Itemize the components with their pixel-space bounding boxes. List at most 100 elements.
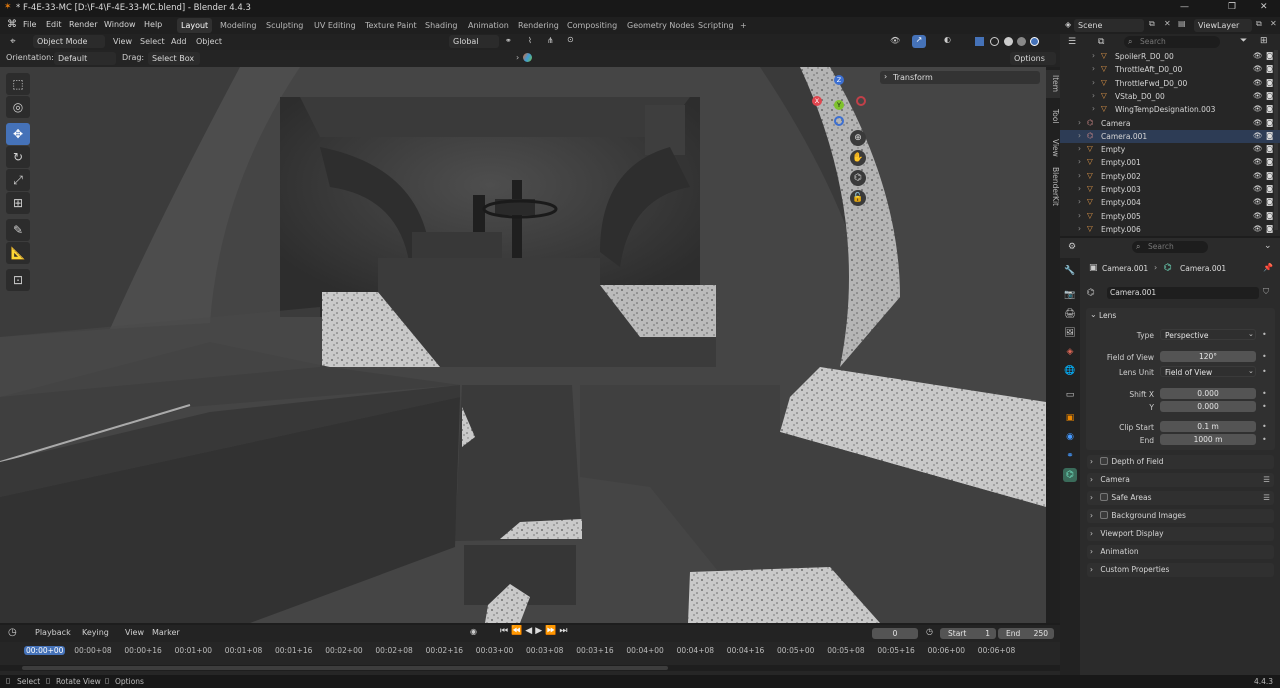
blender-menu-icon[interactable]: ⌘: [7, 19, 17, 30]
navigation-gizmo[interactable]: Z X Y: [812, 75, 866, 129]
solid-shading-icon[interactable]: [1004, 37, 1013, 46]
keyframe-dot-icon[interactable]: •: [1262, 330, 1267, 339]
gizmo-z-axis[interactable]: Z: [834, 75, 844, 85]
gizmo-neg-z-axis[interactable]: [834, 116, 844, 126]
output-properties-icon[interactable]: 🖨: [1063, 307, 1077, 321]
chevron-right-icon[interactable]: ›: [1078, 184, 1081, 193]
playback-menu[interactable]: Playback: [35, 628, 71, 637]
camera-datablock-icon[interactable]: ⌬: [1087, 288, 1095, 298]
section-background-images[interactable]: › Background Images: [1087, 509, 1274, 523]
camera-render-icon[interactable]: ◙: [1266, 118, 1273, 127]
tool-properties-icon[interactable]: 🔧: [1063, 264, 1077, 278]
gizmo-x-axis[interactable]: X: [812, 96, 822, 106]
tab-shading[interactable]: Shading: [421, 18, 462, 33]
view-layer-selector[interactable]: ViewLayer: [1194, 19, 1252, 32]
chevron-right-icon[interactable]: ›: [1092, 91, 1095, 100]
new-view-layer-icon[interactable]: ⧉: [1256, 19, 1262, 29]
camera-render-icon[interactable]: ◙: [1266, 64, 1273, 73]
zoom-icon[interactable]: ⊕: [850, 130, 866, 146]
chevron-right-icon[interactable]: ›: [1092, 78, 1095, 87]
end-frame-field[interactable]: End 250: [998, 628, 1054, 639]
start-frame-field[interactable]: Start 1: [940, 628, 996, 639]
camera-data-properties-icon[interactable]: ⌬: [1063, 468, 1077, 482]
section-animation[interactable]: › Animation: [1087, 545, 1274, 559]
menu-file[interactable]: File: [23, 20, 36, 29]
delete-scene-icon[interactable]: ✕: [1164, 19, 1171, 28]
eye-icon[interactable]: 👁: [1253, 197, 1263, 206]
chevron-right-icon[interactable]: ›: [1078, 197, 1081, 206]
outliner-row[interactable]: › ▽ ThrottleFwd_D0_00 👁 ◙: [1060, 77, 1280, 90]
marker-menu[interactable]: Marker: [152, 628, 180, 637]
outliner-editor-icon[interactable]: ☰: [1068, 37, 1076, 47]
add-cube-tool-icon[interactable]: ⊡: [6, 269, 30, 291]
wireframe-shading-icon[interactable]: [990, 37, 999, 46]
outliner-row[interactable]: › ⌬ Camera.001 👁 ◙: [1060, 129, 1280, 143]
viewport-menu-object[interactable]: Object: [196, 37, 222, 46]
clip-end-field[interactable]: 1000 m: [1160, 434, 1256, 445]
timeline-area[interactable]: 00:00+00 00:00+08 00:00+16 00:01+00 00:01+08…: [0, 642, 1060, 675]
select-box-tool-icon[interactable]: ⬚: [6, 73, 30, 95]
outliner-row[interactable]: › ▽ Empty 👁 ◙: [1060, 143, 1280, 156]
options-dropdown[interactable]: Options: [1010, 52, 1056, 65]
drag-dropdown[interactable]: Select Box: [148, 52, 200, 65]
tab-item[interactable]: Item: [1046, 70, 1060, 98]
tab-view[interactable]: View: [1046, 134, 1060, 162]
eye-icon[interactable]: 👁: [1253, 224, 1263, 233]
tab-texture-paint[interactable]: Texture Paint: [361, 18, 421, 33]
eye-icon[interactable]: 👁: [1253, 78, 1263, 87]
camera-render-icon[interactable]: ◙: [1266, 78, 1273, 87]
fake-user-icon[interactable]: ⛉: [1263, 287, 1269, 297]
display-mode-icon[interactable]: ⧉: [1098, 37, 1104, 47]
visibility-icon[interactable]: 👁: [890, 36, 900, 45]
keyframe-dot-icon[interactable]: •: [1262, 389, 1267, 398]
camera-render-icon[interactable]: ◙: [1266, 157, 1273, 166]
tab-scripting[interactable]: Scripting: [694, 18, 738, 33]
camera-render-icon[interactable]: ◙: [1266, 171, 1273, 180]
lens-unit-dropdown[interactable]: Field of View: [1160, 366, 1256, 377]
section-custom-properties[interactable]: › Custom Properties: [1087, 563, 1274, 577]
new-collection-icon[interactable]: ⊞: [1260, 36, 1268, 46]
xray-icon[interactable]: [975, 37, 984, 46]
current-time-marker[interactable]: 00:00+00: [24, 646, 66, 655]
outliner-row[interactable]: › ▽ Empty.002 👁 ◙: [1060, 170, 1280, 183]
outliner-row[interactable]: › ▽ Empty.006 👁 ◙: [1060, 223, 1280, 236]
keyframe-dot-icon[interactable]: •: [1262, 422, 1267, 431]
timeline-view-menu[interactable]: View: [125, 628, 144, 637]
camera-datablock-field[interactable]: Camera.001: [1107, 287, 1259, 299]
chevron-right-icon[interactable]: ›: [1078, 211, 1081, 220]
blenderkit-icon[interactable]: [523, 53, 532, 62]
eye-icon[interactable]: 👁: [1253, 131, 1263, 140]
chevron-right-icon[interactable]: ›: [1078, 131, 1081, 140]
preview-range-icon[interactable]: ◷: [926, 627, 933, 636]
move-tool-icon[interactable]: ✥: [6, 123, 30, 145]
hand-pan-icon[interactable]: ✋: [850, 150, 866, 166]
gizmo-y-axis[interactable]: Y: [834, 100, 844, 110]
tab-tool[interactable]: Tool: [1046, 102, 1060, 130]
pin-icon[interactable]: 📌: [1263, 263, 1273, 272]
cursor-tool-icon[interactable]: ◎: [6, 96, 30, 118]
mode-selector[interactable]: Object Mode: [33, 35, 105, 48]
clip-start-field[interactable]: 0.1 m: [1160, 421, 1256, 432]
camera-render-icon[interactable]: ◙: [1266, 224, 1273, 233]
eye-icon[interactable]: 👁: [1253, 64, 1263, 73]
measure-tool-icon[interactable]: 📐: [6, 242, 30, 264]
eye-icon[interactable]: 👁: [1253, 211, 1263, 220]
transform-tool-icon[interactable]: ⊞: [6, 192, 30, 214]
add-workspace-button[interactable]: +: [736, 18, 751, 33]
outliner-row[interactable]: › ▽ Empty.005 👁 ◙: [1060, 210, 1280, 223]
camera-render-icon[interactable]: ◙: [1266, 131, 1273, 140]
menu-help[interactable]: Help: [144, 20, 162, 29]
eye-icon[interactable]: 👁: [1253, 104, 1263, 113]
camera-render-icon[interactable]: ◙: [1266, 211, 1273, 220]
camera-render-icon[interactable]: ◙: [1266, 184, 1273, 193]
tab-rendering[interactable]: Rendering: [514, 18, 563, 33]
chevron-right-icon[interactable]: ›: [1092, 64, 1095, 73]
depth-of-field-checkbox[interactable]: [1100, 457, 1109, 465]
keyframe-dot-icon[interactable]: •: [1262, 402, 1267, 411]
eye-icon[interactable]: 👁: [1253, 118, 1263, 127]
maximize-button[interactable]: ❐: [1228, 2, 1236, 12]
keyframe-dot-icon[interactable]: •: [1262, 367, 1267, 376]
shift-y-field[interactable]: 0.000: [1160, 401, 1256, 412]
camera-render-icon[interactable]: ◙: [1266, 91, 1273, 100]
outliner-search-input[interactable]: Search: [1140, 37, 1166, 46]
